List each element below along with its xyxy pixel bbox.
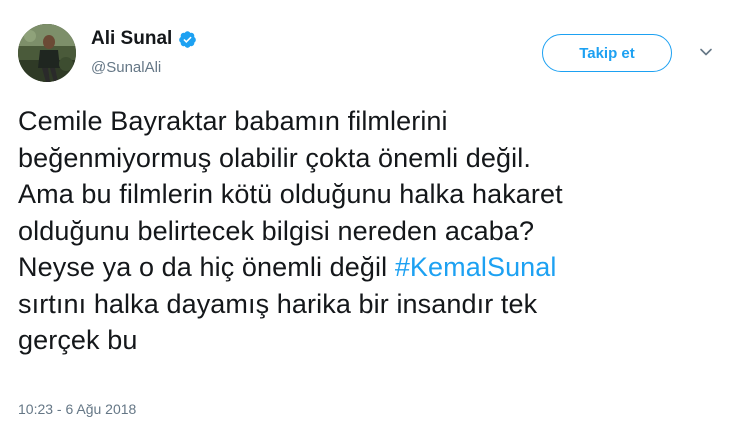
tweet-text-line: Cemile Bayraktar babamın filmlerini — [18, 106, 448, 136]
tweet-text-line: Ama bu filmlerin kötü olduğunu halka hak… — [18, 179, 563, 209]
display-name[interactable]: Ali Sunal — [91, 28, 172, 50]
tweet-card: Ali Sunal @SunalAli Takip et Cemile Bayr… — [0, 0, 748, 431]
chevron-down-icon[interactable] — [698, 44, 714, 60]
tweet-text-line: sırtını halka dayamış harika bir insandı… — [18, 288, 538, 319]
tweet-text-line: Neyse ya o da hiç önemli değil #KemalSun… — [18, 249, 730, 286]
tweet-text: Cemile Bayraktar babamın filmlerini beğe… — [18, 103, 730, 359]
verified-badge-icon — [178, 30, 197, 49]
tweet-timestamp[interactable]: 10:23 - 6 Ağu 2018 — [18, 401, 136, 417]
avatar[interactable] — [18, 24, 76, 82]
tweet-text-line: beğenmiyormuş olabilir çokta önemli deği… — [18, 142, 531, 173]
tweet-text-fragment: Neyse ya o da hiç önemli değil — [18, 252, 395, 282]
profile-photo-icon — [18, 24, 76, 82]
username[interactable]: @SunalAli — [91, 59, 161, 76]
tweet-text-line: olduğunu belirtecek bilgisi nereden acab… — [18, 215, 535, 246]
author-name-row: Ali Sunal — [91, 28, 197, 50]
tweet-text-line: gerçek bu — [18, 325, 138, 355]
hashtag-link[interactable]: #KemalSunal — [395, 252, 557, 282]
follow-button[interactable]: Takip et — [542, 34, 672, 72]
